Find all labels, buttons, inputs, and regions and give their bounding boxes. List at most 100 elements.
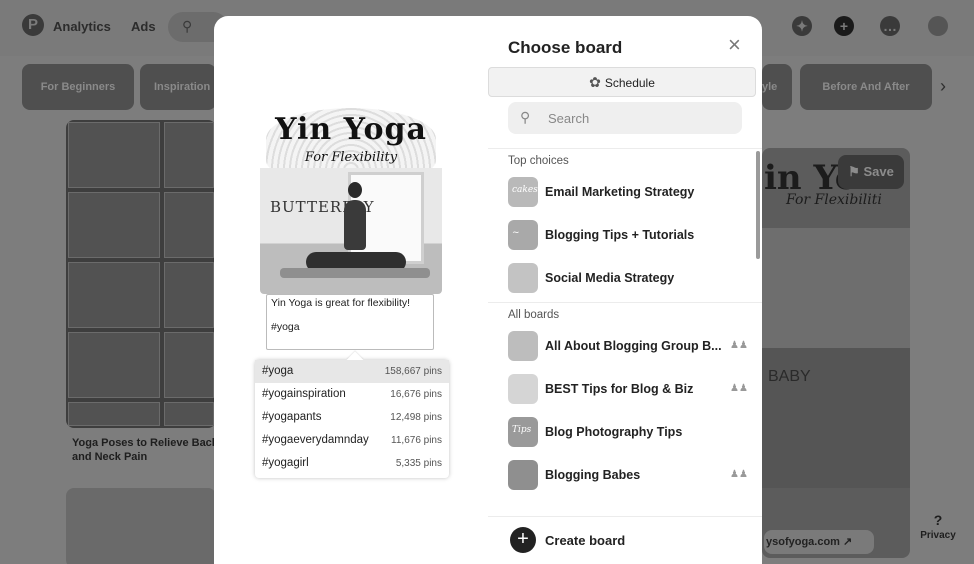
save-button[interactable]: ⚑ Save (838, 155, 904, 189)
add-icon[interactable]: + (834, 16, 854, 36)
board-row[interactable]: Tips Blog Photography Tips (488, 411, 762, 454)
background-right-pin[interactable]: in Yo For Flexibiliti BABY (762, 148, 910, 558)
privacy-label: Privacy (920, 530, 956, 541)
board-row[interactable]: ~ Blogging Tips + Tutorials (488, 214, 762, 257)
nav-ads[interactable]: Ads (131, 19, 156, 34)
yoga-mat (280, 268, 430, 278)
chip-for-beginners[interactable]: For Beginners (22, 64, 134, 110)
hashtag-label: #yogapants (262, 411, 322, 423)
top-choices-heading: Top choices (508, 155, 569, 167)
figure-body (344, 200, 366, 250)
hashtag-label: #yogagirl (262, 457, 309, 469)
scrollbar[interactable] (756, 151, 760, 259)
board-thumbnail-text: cakes (512, 185, 538, 195)
hashtag-label: #yogaeverydamnday (262, 434, 369, 446)
pin-preview-panel: Yin Yoga For Flexibility BUTTERFLY Yin Y… (214, 16, 488, 564)
board-name: Social Media Strategy (545, 271, 675, 285)
hashtag-option[interactable]: #yogapants 12,498 pins (255, 406, 449, 429)
board-name: Blog Photography Tips (545, 425, 683, 439)
hashtag-count: 158,667 pins (384, 366, 442, 377)
hashtag-option[interactable]: #yoga 158,667 pins (255, 360, 449, 383)
pin-image-subtitle: For Flexibility (304, 150, 398, 165)
board-chooser-panel: Choose board × ✿Schedule ⚲ Top choices c… (488, 16, 762, 564)
board-name: Email Marketing Strategy (545, 185, 695, 199)
board-thumbnail (508, 374, 538, 404)
figure-head (348, 182, 362, 198)
board-row[interactable]: Blogging Babes ♟♟ (488, 454, 762, 497)
messages-icon[interactable]: … (880, 16, 900, 36)
external-link-icon: ↗ (843, 536, 853, 548)
hashtag-count: 5,335 pins (395, 458, 442, 469)
board-thumbnail-text: Tips (512, 425, 532, 435)
board-name: All About Blogging Group B... (545, 339, 722, 353)
hashtag-count: 12,498 pins (390, 412, 442, 423)
save-label: Save (863, 164, 894, 179)
description-line-2: #yoga (271, 321, 300, 333)
pin-description-field[interactable]: Yin Yoga is great for flexibility! #yoga (266, 294, 434, 350)
board-name: BEST Tips for Blog & Biz (545, 382, 694, 396)
hashtag-option[interactable]: #yogaeverydamnday 11,676 pins (255, 429, 449, 452)
hashtag-count: 11,676 pins (391, 435, 442, 446)
background-pin-image[interactable] (66, 120, 216, 428)
board-thumbnail: Tips (508, 417, 538, 447)
board-thumbnail (508, 263, 538, 293)
hashtag-option[interactable]: #yogainspiration 16,676 pins (255, 383, 449, 406)
right-pin-photo (762, 228, 910, 348)
board-list: Top choices cakes Email Marketing Strate… (488, 148, 762, 508)
plus-icon: + (510, 527, 536, 553)
search-icon: ⚲ (520, 109, 531, 125)
search-icon: ⚲ (182, 18, 193, 34)
hashtag-suggestions: #yoga 158,667 pins #yogainspiration 16,676… (255, 360, 449, 478)
chip-before-and-after[interactable]: Before And After (800, 64, 932, 110)
help-icon: ? (933, 512, 943, 528)
group-board-icon: ♟♟ (730, 340, 748, 351)
right-pin-body-text: BABY (768, 368, 811, 385)
description-line-1: Yin Yoga is great for flexibility! (271, 297, 411, 309)
group-board-icon: ♟♟ (730, 383, 748, 394)
background-pin-image-2[interactable] (66, 488, 216, 564)
board-thumbnail: cakes (508, 177, 538, 207)
compass-icon[interactable]: ✦ (792, 16, 812, 36)
tailwind-icon: ✿ (589, 74, 601, 90)
source-link-label: ysofyoga.com (766, 536, 840, 548)
schedule-label: Schedule (604, 76, 655, 90)
hashtag-option[interactable]: #yogagirl 5,335 pins (255, 452, 449, 475)
nav-analytics[interactable]: Analytics (53, 19, 111, 34)
right-pin-subtitle: For Flexibiliti (786, 192, 882, 208)
pinterest-page: P Analytics Ads ⚲ ✦ + … For Beginners In… (0, 0, 974, 564)
choose-board-modal: Yin Yoga For Flexibility BUTTERFLY Yin Y… (214, 16, 762, 564)
chevron-right-icon[interactable]: › (940, 76, 946, 97)
privacy-button[interactable]: ? Privacy (918, 512, 958, 541)
board-row[interactable]: Social Media Strategy (488, 257, 762, 300)
board-thumbnail (508, 460, 538, 490)
avatar[interactable] (928, 16, 948, 36)
board-row[interactable]: BEST Tips for Blog & Biz ♟♟ (488, 368, 762, 411)
board-name: Blogging Babes (545, 468, 641, 482)
close-icon[interactable]: × (728, 34, 741, 56)
board-thumbnail-text: ~ (512, 228, 520, 238)
create-board-button[interactable]: + Create board (488, 516, 762, 564)
pin-image-title: Yin Yoga (275, 112, 427, 147)
board-search-input[interactable] (548, 102, 728, 134)
pin-icon: ⚑ (848, 164, 864, 179)
board-row[interactable]: cakes Email Marketing Strategy (488, 171, 762, 214)
background-pin-title[interactable]: Yoga Poses to Relieve Back and Neck Pain (72, 436, 222, 464)
board-row[interactable]: All About Blogging Group B... ♟♟ (488, 325, 762, 368)
board-thumbnail (508, 331, 538, 361)
board-search[interactable]: ⚲ (508, 102, 742, 134)
chip-style[interactable]: yle (762, 64, 792, 110)
source-link[interactable]: ysofyoga.com ↗ (764, 530, 874, 554)
chip-inspiration[interactable]: Inspiration (140, 64, 216, 110)
pinterest-logo-icon[interactable]: P (22, 14, 44, 36)
group-board-icon: ♟♟ (730, 469, 748, 480)
pin-image: Yin Yoga For Flexibility BUTTERFLY (260, 108, 442, 294)
hashtag-label: #yoga (262, 365, 294, 377)
hashtag-label: #yogainspiration (262, 388, 346, 400)
hashtag-count: 16,676 pins (390, 389, 442, 400)
create-board-label: Create board (545, 533, 626, 548)
pin-photo: BUTTERFLY (260, 168, 442, 294)
schedule-button[interactable]: ✿ Schedule (488, 67, 756, 97)
board-name: Blogging Tips + Tutorials (545, 228, 695, 242)
board-thumbnail: ~ (508, 220, 538, 250)
modal-title: Choose board (508, 38, 623, 57)
